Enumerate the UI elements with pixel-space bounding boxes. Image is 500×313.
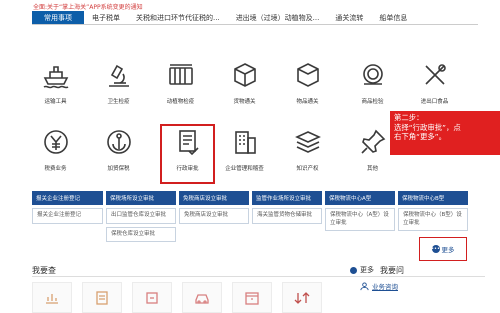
tile-bonded[interactable]: 加贸保税 [96, 125, 141, 185]
query-tile[interactable] [32, 282, 72, 313]
tile-label: 动植物检疫 [166, 99, 195, 105]
query-tile[interactable] [282, 282, 322, 313]
tile-label: 物品通关 [296, 99, 319, 105]
section-more-link[interactable]: 更多 [360, 265, 374, 275]
list-item[interactable]: 保税物流中心（A型）设立审批 [325, 208, 395, 231]
query-tiles [32, 282, 342, 313]
query-tile[interactable] [82, 282, 122, 313]
business-consult-link[interactable]: 业务咨询 [360, 281, 398, 291]
query-section-header: 我要查 更多 我要问 [32, 264, 485, 277]
callout-line: 选择“行政审批”，点 [394, 122, 461, 132]
header-supervision-site[interactable]: 监管作业场所设立审批 [252, 191, 322, 205]
tile-label: 卫生检疫 [107, 99, 130, 105]
chart-icon [46, 293, 58, 304]
tile-label: 税费业务 [44, 166, 67, 172]
business-consult-label: 业务咨询 [372, 283, 398, 291]
ship-icon [39, 58, 73, 92]
notice-link[interactable]: 全面:关于“掌上海关”APP系统变更的通知 [33, 2, 143, 11]
header-logistics-b[interactable]: 保税物流中心B型 [398, 191, 468, 205]
tile-transport[interactable]: 运输工具 [33, 58, 78, 118]
list-item[interactable]: 海关监管货物仓储审批 [252, 208, 322, 224]
microscope-icon [102, 58, 136, 92]
callout-line: 右下角“更多”。 [394, 132, 447, 142]
tab-common[interactable]: 常用事项 [32, 11, 84, 24]
tile-label: 企业管理和稽查 [225, 166, 264, 172]
tab-manifest[interactable]: 船单信息 [371, 11, 415, 24]
more-dot-icon [350, 266, 357, 274]
category-tabs: 常用事项 电子税单 关税和进口环节代征税的... 进出境（过境）动植物及... … [32, 11, 478, 25]
tile-label: 货物通关 [233, 99, 256, 105]
parcel-icon [291, 58, 325, 92]
tile-health-quarantine[interactable]: 卫生检疫 [96, 58, 141, 118]
header-customs-broker[interactable]: 报关企业注册登记 [32, 191, 103, 205]
more-button[interactable]: ••• 更多 [419, 237, 467, 261]
tab-quarantine[interactable]: 进出境（过境）动植物及... [228, 11, 328, 24]
doc-icon [96, 290, 108, 305]
box-icon [228, 58, 262, 92]
header-logistics-a[interactable]: 保税物流中心A型 [325, 191, 395, 205]
calendar-icon [245, 291, 259, 305]
query-tile[interactable] [232, 282, 272, 313]
query-tile[interactable] [182, 282, 222, 313]
container-icon [164, 58, 198, 92]
header-duty-free[interactable]: 免税商店设立审批 [179, 191, 249, 205]
tile-import-export-food[interactable]: 进出口食品 [412, 58, 457, 118]
pin-icon [356, 125, 390, 159]
tile-label: 其他 [366, 166, 378, 172]
list-item[interactable]: 免税商店设立审批 [179, 208, 249, 224]
tile-label: 加贸保税 [107, 166, 130, 172]
tile-label: 运输工具 [44, 99, 67, 105]
instruction-callout: 第二步： 选择“行政审批”，点 右下角“更多”。 [390, 111, 500, 155]
user-icon [360, 281, 369, 290]
list-item[interactable]: 保税仓库设立审批 [106, 226, 176, 242]
section-title: 我要查 [32, 265, 56, 275]
header-bonded-site[interactable]: 保税场所设立审批 [106, 191, 176, 205]
tile-tax[interactable]: 税费业务 [33, 125, 78, 185]
tile-ip[interactable]: 知识产权 [285, 125, 330, 185]
ellipsis-icon: ••• [431, 245, 440, 253]
utensils-icon [418, 58, 452, 92]
list-item[interactable]: 报关企业注册登记 [32, 208, 103, 224]
building-icon [228, 125, 262, 159]
tab-e-tax[interactable]: 电子税单 [84, 11, 128, 24]
list-item[interactable]: 保税物流中心（B型）设立审批 [398, 208, 468, 231]
tile-label: 商品检验 [361, 99, 384, 105]
tile-goods-clearance[interactable]: 货物通关 [222, 58, 267, 118]
anchor-icon [102, 125, 136, 159]
stamp-icon [356, 58, 390, 92]
tab-duty[interactable]: 关税和进口环节代征税的... [128, 11, 228, 24]
more-label: 更多 [441, 246, 455, 254]
approval-headers: 报关企业注册登记 保税场所设立审批 免税商店设立审批 监管作业场所设立审批 保税… [32, 191, 477, 205]
callout-line: 第二步： [394, 113, 424, 122]
tile-plant-animal[interactable]: 动植物检疫 [158, 58, 203, 118]
query-tile[interactable] [132, 282, 172, 313]
approval-items: 报关企业注册登记 出口监管仓库设立审批 保税仓库设立审批 免税商店设立审批 海关… [32, 208, 477, 242]
yuan-icon [39, 125, 73, 159]
ask-tab[interactable]: 我要问 [380, 265, 404, 276]
tile-article-clearance[interactable]: 物品通关 [285, 58, 330, 118]
tag-icon [146, 291, 158, 304]
tile-label: 进出口食品 [420, 99, 449, 105]
tile-other[interactable]: 其他 [350, 125, 395, 185]
tile-enterprise-mgmt[interactable]: 企业管理和稽查 [222, 125, 267, 185]
tile-label: 知识产权 [296, 166, 319, 172]
sort-icon [294, 291, 310, 304]
list-item[interactable]: 出口监管仓库设立审批 [106, 208, 176, 224]
tile-commodity-inspection[interactable]: 商品检验 [350, 58, 395, 118]
car-icon [195, 293, 209, 304]
admin-approval-highlight [160, 124, 215, 184]
tab-clearance[interactable]: 通关流转 [327, 11, 371, 24]
layers-icon [291, 125, 325, 159]
